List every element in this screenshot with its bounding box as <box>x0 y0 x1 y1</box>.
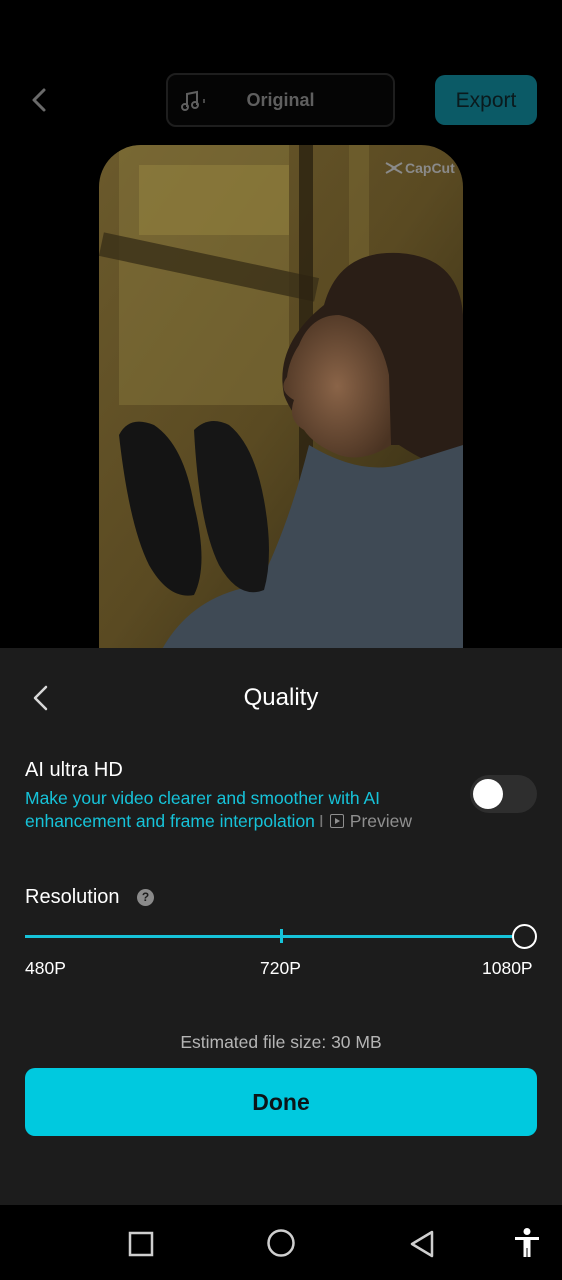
resolution-slider-thumb[interactable] <box>512 924 537 949</box>
capcut-logo-icon <box>385 162 403 174</box>
back-arrow-icon[interactable] <box>24 84 56 116</box>
ai-ultra-hd-title: AI ultra HD <box>25 759 123 781</box>
ai-description-text[interactable]: Make your video clearer and smoother wit… <box>25 788 380 831</box>
resolution-slider-tick <box>280 929 283 943</box>
ai-ultra-hd-toggle[interactable] <box>470 775 537 813</box>
ai-ultra-hd-description: Make your video clearer and smoother wit… <box>25 787 465 833</box>
nav-home-icon[interactable] <box>266 1228 296 1258</box>
preview-label: Preview <box>349 811 413 831</box>
audio-selector[interactable]: Original <box>166 73 395 127</box>
sheet-title: Quality <box>243 684 319 711</box>
nav-recents-icon[interactable] <box>128 1231 154 1257</box>
resolution-label: Resolution <box>25 886 120 908</box>
export-button[interactable]: Export <box>435 75 537 125</box>
accessibility-icon[interactable] <box>513 1227 541 1259</box>
capcut-watermark: CapCut <box>383 158 463 178</box>
resolution-slider-track[interactable] <box>25 935 525 938</box>
resolution-option-1080p[interactable]: 1080P <box>482 958 533 979</box>
estimated-file-size: Estimated file size: 30 MB <box>180 1032 382 1052</box>
done-button[interactable]: Done <box>25 1068 537 1136</box>
system-nav-bar <box>0 1205 562 1280</box>
resolution-option-480p[interactable]: 480P <box>25 958 66 979</box>
separator: I <box>318 811 324 831</box>
resolution-option-720p[interactable]: 720P <box>260 958 301 979</box>
toggle-knob <box>473 779 503 809</box>
preview-play-icon <box>329 814 344 828</box>
quality-sheet: Quality AI ultra HD Make your video clea… <box>0 648 562 1205</box>
preview-link[interactable]: Preview <box>329 811 413 831</box>
audio-label: Original <box>246 90 315 110</box>
help-icon[interactable]: ? <box>137 889 154 906</box>
video-preview <box>99 145 463 655</box>
nav-back-icon[interactable] <box>408 1229 436 1259</box>
